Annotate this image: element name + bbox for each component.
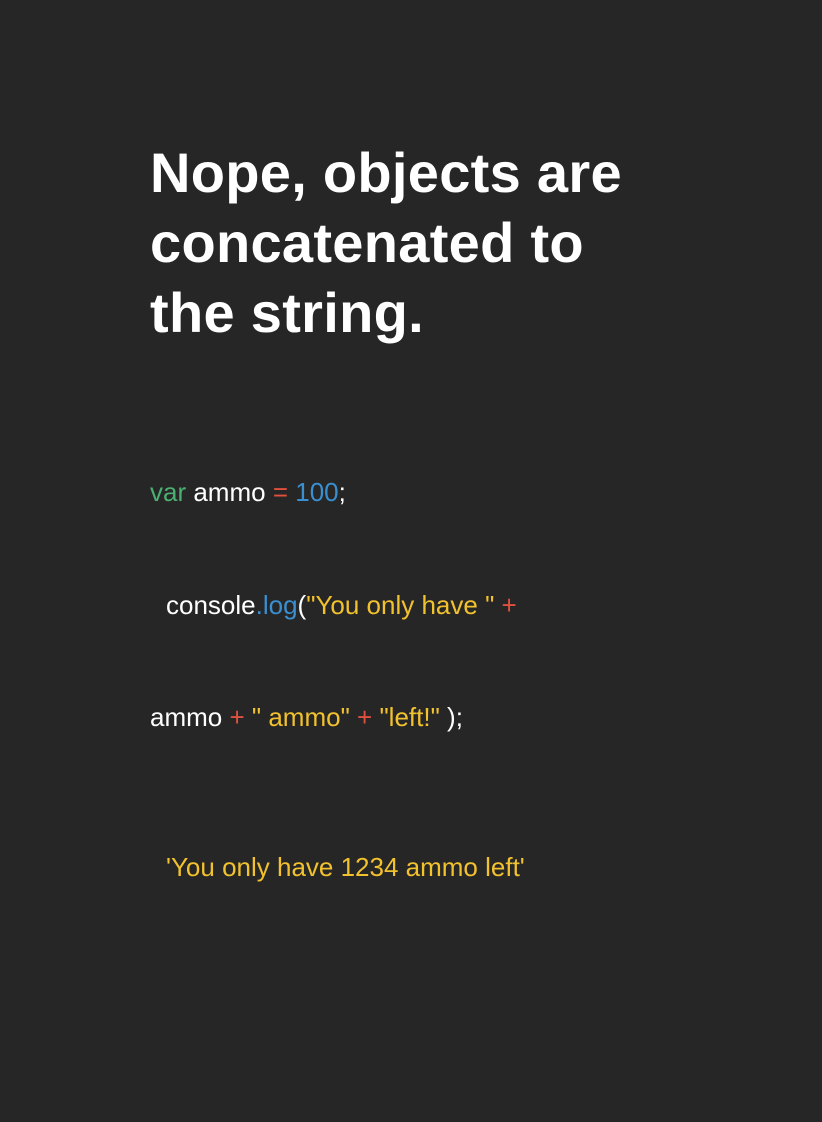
console-output: 'You only have 1234 ammo left' <box>166 851 525 882</box>
slide-content: Nope, objects are concatenated to the st… <box>150 138 750 886</box>
close-paren-semicolon: ); <box>439 702 463 732</box>
semicolon: ; <box>338 477 346 507</box>
heading-line-2: concatenated to <box>150 211 584 274</box>
heading-line-1: Nope, objects are <box>150 141 622 204</box>
operator-assign: = <box>272 477 288 507</box>
code-line-2: console.log("You only have " + <box>150 587 750 625</box>
operator-plus-1: + <box>501 589 517 620</box>
number-literal: 100 <box>295 477 339 507</box>
string-literal-1: "You only have " <box>306 589 495 620</box>
heading-line-3: the string. <box>150 281 424 344</box>
identifier-console: console <box>166 589 256 620</box>
string-literal-3: "left!" <box>372 702 440 732</box>
open-paren: ( <box>297 589 307 620</box>
method-log: .log <box>255 589 298 620</box>
keyword-var: var <box>150 477 187 507</box>
string-literal-2: " ammo" <box>244 702 358 732</box>
slide-heading: Nope, objects are concatenated to the st… <box>150 138 750 348</box>
identifier-ammo-2: ammo <box>150 702 230 732</box>
code-line-1: var ammo = 100; <box>150 474 750 512</box>
code-block: var ammo = 100; console.log("You only ha… <box>150 399 750 812</box>
operator-plus-3: + <box>357 702 373 732</box>
identifier-ammo: ammo <box>186 477 273 507</box>
operator-plus-2: + <box>229 702 245 732</box>
code-line-3: ammo + " ammo" + "left!" ); <box>150 699 750 737</box>
